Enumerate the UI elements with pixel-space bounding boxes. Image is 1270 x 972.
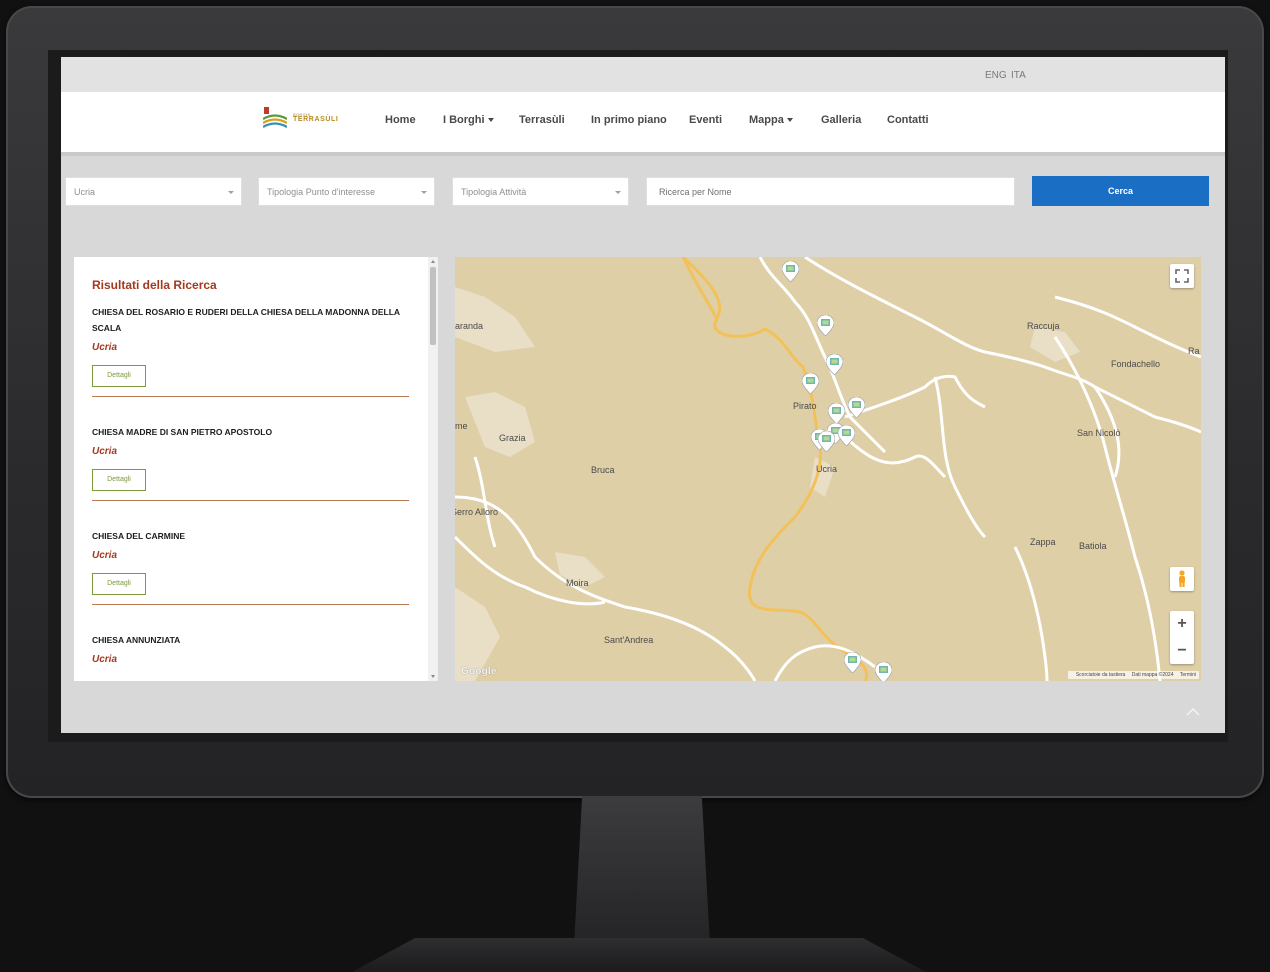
map-label-san-nicolo: San Nicolò (1077, 428, 1121, 438)
map-marker-icon[interactable] (844, 652, 861, 673)
scroll-up-icon[interactable] (431, 260, 435, 263)
map-label-me: me (455, 421, 468, 431)
search-filters: Ucria Tipologia Punto d'interesse Tipolo… (61, 160, 1225, 240)
language-eng-link[interactable]: ENG (985, 70, 1007, 81)
main-navbar: BORGHI TERRASÙLI Home I Borghi Terrasùli… (61, 92, 1225, 156)
logo-name: TERRASÙLI (293, 116, 339, 123)
nav-in-primo-piano[interactable]: In primo piano (591, 114, 667, 126)
result-divider (92, 396, 409, 397)
map-zoom-in-button[interactable]: + (1170, 611, 1194, 637)
nav-galleria[interactable]: Galleria (821, 114, 861, 126)
result-divider (92, 500, 409, 501)
website-screen: ENG ITA BORGHI TERRASÙLI Home I Borghi T… (61, 57, 1225, 733)
caret-down-icon (487, 118, 494, 123)
result-place: Ucria (92, 446, 118, 457)
map-label-grazia: Grazia (499, 433, 526, 443)
nav-contatti[interactable]: Contatti (887, 114, 929, 126)
results-panel[interactable]: Risultati della Ricerca CHIESA DEL ROSAR… (74, 257, 438, 681)
map-label-bruca: Bruca (591, 465, 615, 475)
nav-borghi-label: I Borghi (443, 114, 485, 126)
scroll-down-icon[interactable] (431, 675, 435, 678)
nav-mappa[interactable]: Mappa (749, 114, 793, 126)
result-item: CHIESA ANNUNZIATA Ucria (92, 632, 409, 665)
borgo-select[interactable]: Ucria (65, 177, 242, 206)
map-marker-icon[interactable] (828, 403, 845, 424)
map-zoom-out-button[interactable]: − (1170, 638, 1194, 664)
nav-eventi[interactable]: Eventi (689, 114, 722, 126)
search-button[interactable]: Cerca (1032, 176, 1209, 206)
map-zoom-control: + − (1170, 611, 1194, 664)
map-label-sant-andrea: Sant'Andrea (604, 635, 654, 645)
google-logo: Google (461, 666, 497, 677)
tipologia-attivita-select[interactable]: Tipologia Attività (452, 177, 629, 206)
map-label-serro-alloro: Serro Alloro (455, 507, 499, 517)
result-details-button[interactable]: Dettagli (92, 365, 146, 387)
map-marker-icon[interactable] (782, 261, 799, 282)
map-marker-icon[interactable] (802, 373, 819, 394)
result-place: Ucria (92, 654, 118, 665)
map-street-view-button[interactable] (1170, 567, 1194, 591)
map-label-moira: Moira (566, 578, 589, 588)
monitor-mockup: ENG ITA BORGHI TERRASÙLI Home I Borghi T… (0, 0, 1270, 972)
results-scrollbar[interactable] (428, 257, 438, 681)
map-marker-icon[interactable] (875, 662, 892, 681)
caret-down-icon (786, 118, 793, 123)
map-marker-icon[interactable] (826, 354, 843, 375)
search-by-name-input[interactable] (646, 177, 1015, 206)
result-item: CHIESA MADRE DI SAN PIETRO APOSTOLO Ucri… (92, 424, 409, 501)
map-marker-icon[interactable] (818, 431, 835, 452)
result-details-button[interactable]: Dettagli (92, 573, 146, 595)
map-terms-link[interactable]: Termini (1180, 672, 1196, 678)
result-divider (92, 604, 409, 605)
results-title: Risultati della Ricerca (92, 278, 217, 292)
language-ita-link[interactable]: ITA (1011, 70, 1026, 81)
scrollbar-thumb[interactable] (430, 267, 436, 345)
nav-borghi[interactable]: I Borghi (443, 114, 494, 126)
monitor-base (352, 938, 926, 972)
nav-mappa-label: Mappa (749, 114, 784, 126)
result-place: Ucria (92, 550, 118, 561)
map-keyboard-shortcuts-link[interactable]: Scorciatoie da tastiera (1076, 672, 1125, 678)
language-bar: ENG ITA (61, 57, 1225, 92)
tipologia-punto-select[interactable]: Tipologia Punto d'interesse (258, 177, 435, 206)
map-label-aranda: aranda (455, 321, 484, 331)
result-name: CHIESA DEL ROSARIO E RUDERI DELLA CHIESA… (92, 307, 400, 333)
fullscreen-icon (1175, 269, 1189, 283)
map-label-raccuja: Raccuja (1027, 321, 1060, 331)
map-attribution: Scorciatoie da tastiera Dati mappa ©2024… (1067, 671, 1199, 679)
result-details-button[interactable]: Dettagli (92, 469, 146, 491)
map-marker-icon[interactable] (817, 315, 834, 336)
result-item: CHIESA DEL ROSARIO E RUDERI DELLA CHIESA… (92, 304, 409, 397)
chevron-down-icon (421, 191, 427, 194)
tipologia-attivita-value: Tipologia Attività (461, 187, 527, 197)
borgo-select-value: Ucria (74, 187, 96, 197)
chevron-down-icon (615, 191, 621, 194)
chevron-up-icon[interactable] (1185, 705, 1201, 719)
map-label-batiola: Batiola (1079, 541, 1107, 551)
map-label-fondachello: Fondachello (1111, 359, 1161, 369)
map-marker-icon[interactable] (838, 425, 855, 446)
result-place: Ucria (92, 342, 118, 353)
map-marker-icon[interactable] (848, 397, 865, 418)
result-name: CHIESA MADRE DI SAN PIETRO APOSTOLO (92, 427, 273, 437)
monitor-neck (574, 796, 710, 946)
map-view[interactable]: aranda Raccuja Ra Fondachello Pirato me … (455, 257, 1201, 681)
nav-home[interactable]: Home (385, 114, 416, 126)
tipologia-punto-value: Tipologia Punto d'interesse (267, 187, 375, 197)
map-label-zappa: Zappa (1030, 537, 1056, 547)
map-data-attribution: Dati mappa ©2024 (1131, 672, 1174, 678)
site-logo[interactable]: BORGHI TERRASÙLI (263, 106, 341, 130)
chevron-down-icon (228, 191, 234, 194)
nav-terrasuli[interactable]: Terrasùli (519, 114, 565, 126)
result-item: CHIESA DEL CARMINE Ucria Dettagli (92, 528, 409, 605)
map-fullscreen-button[interactable] (1170, 264, 1194, 288)
map-label-pirato: Pirato (793, 401, 817, 411)
map-label-ra: Ra (1188, 346, 1200, 356)
logo-mark-icon (263, 107, 287, 128)
result-name: CHIESA DEL CARMINE (92, 531, 186, 541)
result-name: CHIESA ANNUNZIATA (92, 635, 181, 645)
map-label-ucria: Ucria (816, 464, 838, 474)
pegman-icon (1179, 570, 1185, 587)
